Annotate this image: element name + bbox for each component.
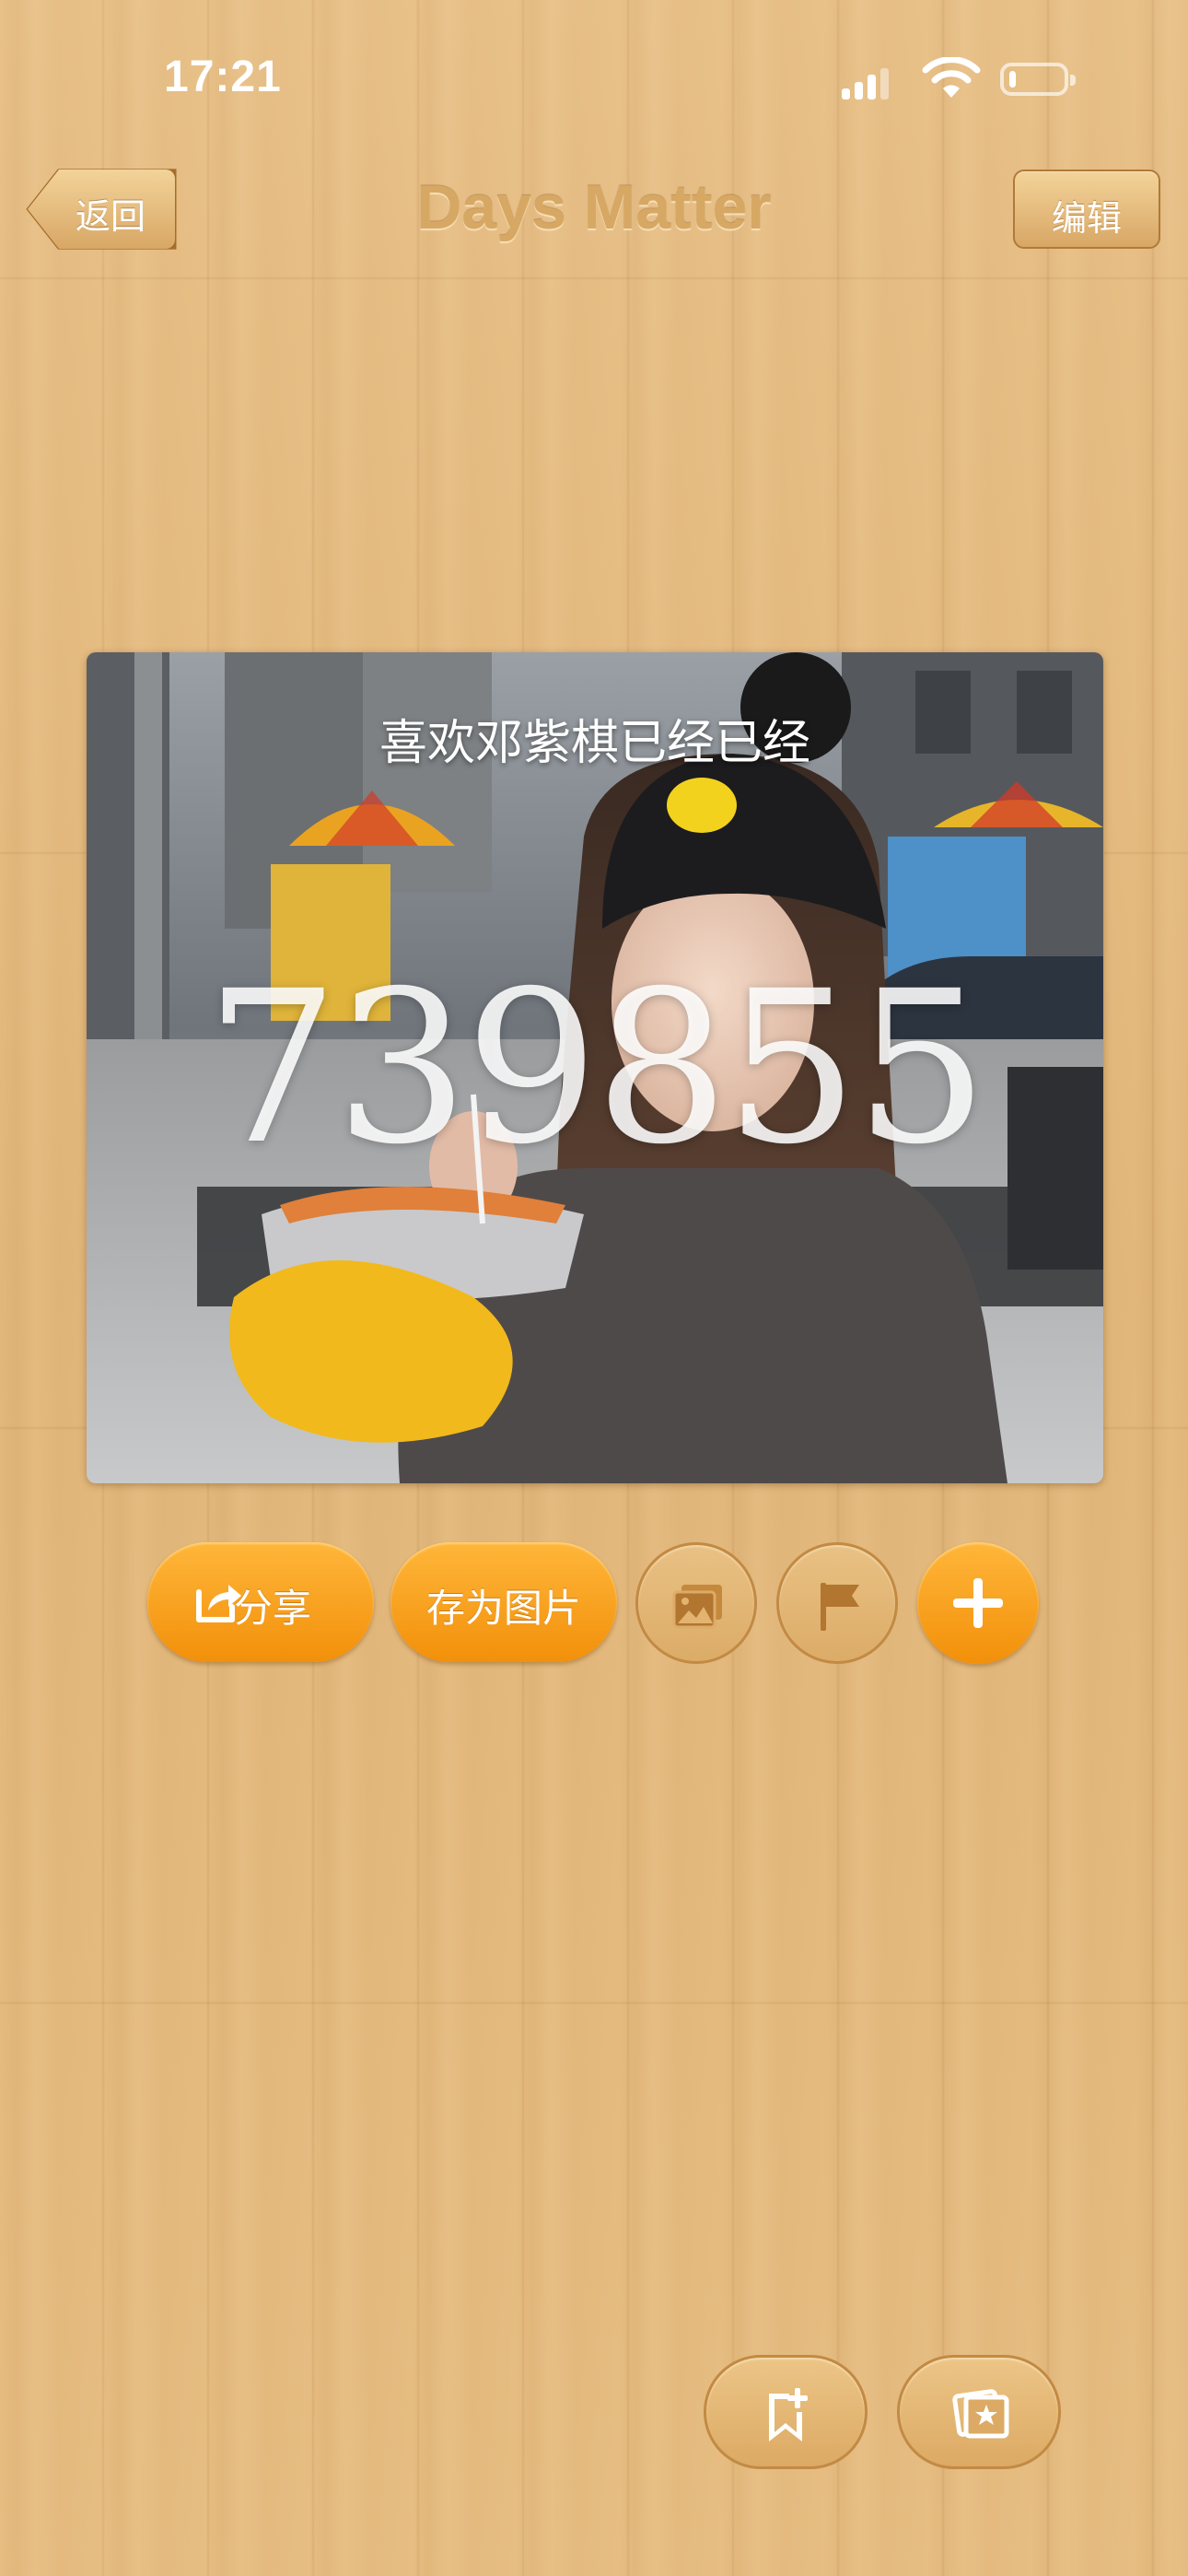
save-image-button[interactable]: 存为图片 bbox=[390, 1542, 617, 1662]
edit-button-label: 编辑 bbox=[1051, 198, 1122, 239]
share-button[interactable]: 分享 bbox=[147, 1542, 374, 1662]
flag-icon bbox=[821, 1583, 859, 1631]
event-title: 喜欢邓紫棋已经已经 bbox=[379, 716, 810, 771]
flag-button[interactable] bbox=[776, 1542, 898, 1664]
edit-button[interactable]: 编辑 bbox=[1013, 170, 1160, 249]
photo-icon bbox=[672, 1585, 722, 1629]
gallery-star-icon bbox=[952, 2389, 1009, 2439]
action-row: 分享 存为图片 bbox=[0, 1542, 1188, 1668]
add-button[interactable] bbox=[917, 1542, 1039, 1664]
save-image-button-label: 存为图片 bbox=[425, 1586, 581, 1631]
bookmark-add-icon bbox=[769, 2388, 808, 2441]
event-photo-card[interactable]: 喜欢邓紫棋已经已经 739855 bbox=[87, 652, 1103, 1483]
day-count: 739855 bbox=[204, 945, 988, 1190]
cellular-signal-icon bbox=[842, 66, 890, 100]
page-title: Days Matter bbox=[416, 172, 772, 242]
add-event-button[interactable] bbox=[704, 2355, 868, 2469]
wifi-icon bbox=[922, 57, 981, 98]
navigation-bar: 返回 Days Matter 编辑 bbox=[0, 157, 1188, 267]
status-time: 17:21 bbox=[164, 53, 282, 101]
battery-icon bbox=[1000, 63, 1076, 96]
share-button-label: 分享 bbox=[234, 1586, 312, 1631]
change-photo-button[interactable] bbox=[635, 1542, 757, 1664]
gallery-button[interactable] bbox=[897, 2355, 1061, 2469]
plus-icon bbox=[953, 1578, 1003, 1628]
status-bar: 17:21 bbox=[0, 0, 1188, 138]
